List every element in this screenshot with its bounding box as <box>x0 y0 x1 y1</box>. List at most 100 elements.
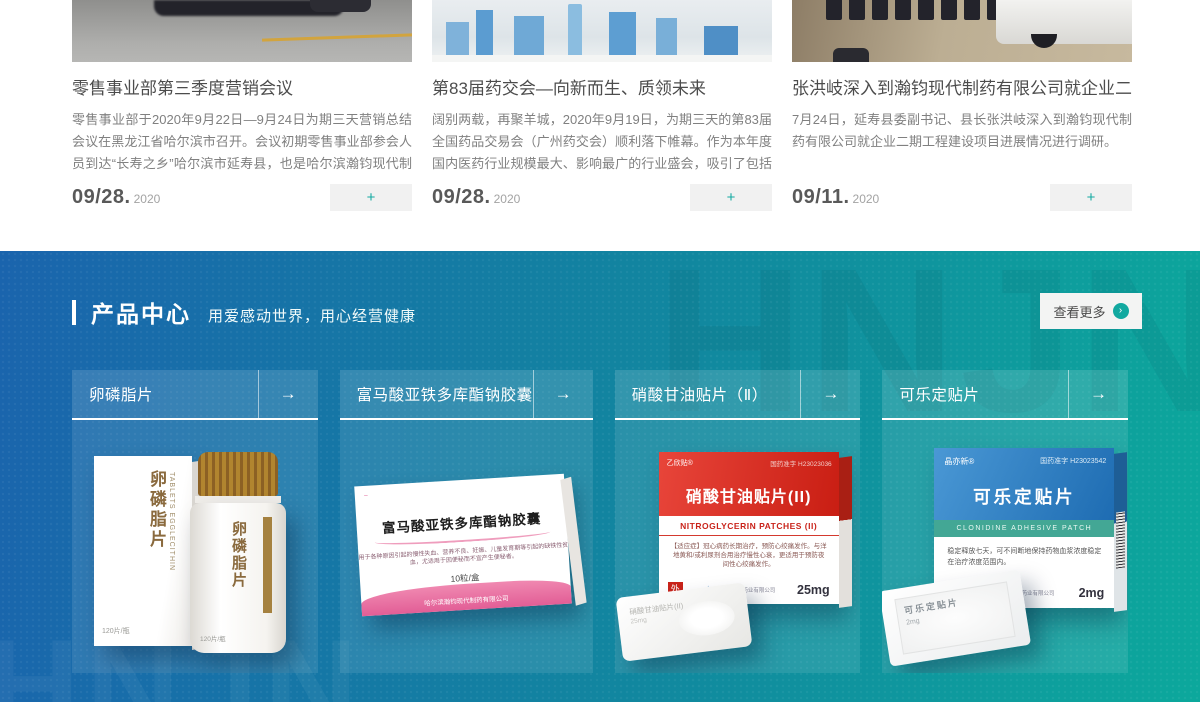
blue-band: 晶亦新® 国药准字 H23023542 可乐定贴片 <box>934 448 1114 520</box>
box-subtitle-vertical: TABLETS EGGLECITHIN <box>168 472 175 571</box>
dose-label: 2mg <box>1079 586 1105 600</box>
news-excerpt: 阔别两载，再聚羊城，2020年9月19日，为期三天的第83届全国药品交易会（广州… <box>432 109 772 175</box>
title-accent-bar <box>72 300 76 325</box>
news-footer: 09/28.2020 + <box>432 184 772 211</box>
product-card-header[interactable]: 可乐定贴片 → <box>882 370 1128 420</box>
product-image[interactable]: ~ 富马酸亚铁多库酯钠胶囊 用于各种原因引起的慢性失血、营养不良、妊娠、儿童发育… <box>340 420 593 673</box>
white-van <box>996 0 1132 44</box>
news-title[interactable]: 第83届药交会—向新而生、质领未来 <box>432 79 772 98</box>
view-more-label: 查看更多 <box>1053 302 1105 321</box>
bottle-spec: 120片/瓶 <box>200 633 226 643</box>
arrow-right-icon[interactable]: → <box>258 370 318 418</box>
section-title: 产品中心 <box>91 295 191 329</box>
news-thumbnail-site-visit[interactable] <box>792 0 1132 62</box>
news-footer: 09/11.2020 + <box>792 184 1132 211</box>
news-section: 零售事业部第三季度营销会议 零售事业部于2020年9月22日—9月24日为期三天… <box>0 0 1200 251</box>
box-title-vertical: 卵磷脂片 <box>144 470 169 550</box>
product-card-clonidine: 可乐定贴片 → 晶亦新® 国药准字 H23023542 可乐定贴片 CLONID… <box>882 370 1128 673</box>
van-wheel <box>1031 34 1057 48</box>
box-brand: 乙欣贴® <box>667 458 693 468</box>
box-title: 可乐定贴片 <box>934 484 1114 509</box>
building <box>656 18 676 56</box>
bottle-neck <box>195 496 281 503</box>
product-image[interactable]: 卵磷脂片 TABLETS EGGLECITHIN 120片/瓶 卵磷脂片 120… <box>72 420 318 673</box>
box-brand: ~ <box>363 493 368 500</box>
product-cards-row: 卵磷脂片 → 卵磷脂片 TABLETS EGGLECITHIN 120片/瓶 卵… <box>72 370 1128 673</box>
road-line <box>262 33 412 41</box>
site-photo-art <box>792 0 1132 62</box>
news-excerpt: 7月24日，延寿县委副书记、县长张洪岐深入到瀚钧现代制药有限公司就企业二期工程建… <box>792 109 1132 175</box>
section-header: 产品中心 用爱感动世界，用心经营健康 <box>72 295 416 329</box>
box-title: 硝酸甘油贴片(II) <box>659 483 839 507</box>
dose-label: 25mg <box>797 583 830 597</box>
arrow-right-icon[interactable]: → <box>1068 370 1128 418</box>
product-card-header[interactable]: 卵磷脂片 → <box>72 370 318 420</box>
registration-number: 国药准字 H23023542 <box>1040 456 1106 466</box>
box-brand: 晶亦新® <box>944 456 974 467</box>
product-image[interactable]: 乙欣贴® 国药准字 H23023036 硝酸甘油贴片(II) NITROGLYC… <box>615 420 861 673</box>
product-name: 富马酸亚铁多库酯钠胶囊 <box>340 370 533 418</box>
news-date: 09/28.2020 <box>72 186 160 209</box>
building <box>514 16 545 56</box>
arrow-right-icon[interactable]: → <box>800 370 860 418</box>
product-card-nitroglycerin: 硝酸甘油贴片（Ⅱ） → 乙欣贴® 国药准字 H23023036 硝酸甘油贴片(I… <box>615 370 861 673</box>
product-image[interactable]: 晶亦新® 国药准字 H23023542 可乐定贴片 CLONIDINE ADHE… <box>882 420 1128 673</box>
chevron-right-icon: › <box>1113 303 1129 319</box>
news-more-button[interactable]: + <box>1050 184 1132 211</box>
box-spec: 120片/瓶 <box>102 626 130 636</box>
news-thumbnail-group-photo[interactable] <box>72 0 412 62</box>
road-photo-art <box>72 0 412 62</box>
bottle-label-stripe <box>263 517 272 613</box>
news-title[interactable]: 零售事业部第三季度营销会议 <box>72 79 412 98</box>
sachet-bump <box>677 598 737 639</box>
patch-sachet-art: 可乐定贴片 2mg <box>882 569 1031 666</box>
box-description: 稳定释放七天，可不间断地保持药物血浆浓度稳定在治疗浓度范围内。 <box>947 546 1101 568</box>
product-name: 卵磷脂片 <box>72 370 258 418</box>
news-footer: 09/28.2020 + <box>72 184 412 211</box>
box-subtitle: NITROGLYCERIN PATCHES (II) <box>659 516 839 536</box>
people-silhouettes <box>826 0 1003 20</box>
news-item: 零售事业部第三季度营销会议 零售事业部于2020年9月22日—9月24日为期三天… <box>72 0 412 211</box>
lecithin-bottle-art: 卵磷脂片 120片/瓶 <box>190 452 286 654</box>
product-card-header[interactable]: 硝酸甘油贴片（Ⅱ） → <box>615 370 861 420</box>
box-subtitle: CLONIDINE ADHESIVE PATCH <box>934 520 1114 537</box>
product-card-lecithin: 卵磷脂片 → 卵磷脂片 TABLETS EGGLECITHIN 120片/瓶 卵… <box>72 370 318 673</box>
arrow-right-icon[interactable]: → <box>533 370 593 418</box>
tower <box>568 4 582 56</box>
section-subtitle: 用爱感动世界，用心经营健康 <box>208 299 416 326</box>
product-center-section: HNJN HNJN 产品中心 用爱感动世界，用心经营健康 查看更多 › 卵磷脂片… <box>0 251 1200 702</box>
lecithin-box-art: 卵磷脂片 TABLETS EGGLECITHIN 120片/瓶 <box>94 456 192 646</box>
crowd-silhouette <box>310 0 371 12</box>
building <box>476 10 493 56</box>
news-title[interactable]: 张洪岐深入到瀚钧现代制药有限公司就企业二期工程建设... <box>792 79 1132 98</box>
barcode <box>1116 511 1125 568</box>
bottle-cap <box>198 452 278 496</box>
capsule-box-art: ~ 富马酸亚铁多库酯钠胶囊 用于各种原因引起的慢性失血、营养不良、妊娠、儿童发育… <box>354 474 572 617</box>
sachet-dose: 25mg <box>630 617 647 626</box>
product-name: 硝酸甘油贴片（Ⅱ） <box>615 370 801 418</box>
building <box>704 26 738 56</box>
company-name: 哈尔滨瀚钧现代制药有限公司 <box>424 592 509 612</box>
news-more-button[interactable]: + <box>330 184 412 211</box>
view-more-button[interactable]: 查看更多 › <box>1040 293 1142 329</box>
box-description: 【适应症】冠心病药长期治疗，预防心绞痛发作。与洋地黄和/或利尿剂合用治疗慢性心衰… <box>671 542 827 569</box>
city-photo-art <box>432 0 772 62</box>
product-card-header[interactable]: 富马酸亚铁多库酯钠胶囊 → <box>340 370 593 420</box>
red-band: 乙欣贴® 国药准字 H23023036 硝酸甘油贴片(II) <box>659 452 839 516</box>
news-excerpt: 零售事业部于2020年9月22日—9月24日为期三天营销总结会议在黑龙江省哈尔滨… <box>72 109 412 175</box>
news-item: 张洪岐深入到瀚钧现代制药有限公司就企业二期工程建设... 7月24日，延寿县委副… <box>792 0 1132 211</box>
news-thumbnail-city-skyline[interactable] <box>432 0 772 62</box>
box-side-face <box>839 456 852 608</box>
building <box>609 12 636 56</box>
product-name: 可乐定贴片 <box>882 370 1068 418</box>
camera-silhouette <box>833 48 869 62</box>
sachet-label: 硝酸甘油贴片(II) <box>628 600 683 618</box>
news-more-button[interactable]: + <box>690 184 772 211</box>
news-item: 第83届药交会—向新而生、质领未来 阔别两载，再聚羊城，2020年9月19日，为… <box>432 0 772 211</box>
bottle-body: 卵磷脂片 120片/瓶 <box>190 503 286 653</box>
news-date: 09/28.2020 <box>432 186 520 209</box>
box-description: 用于各种原因引起的慢性失血、营养不良、妊娠、儿童发育期等引起的缺铁性贫血，尤适用… <box>358 542 569 571</box>
building <box>446 22 470 56</box>
nitroglycerin-box-art: 乙欣贴® 国药准字 H23023036 硝酸甘油贴片(II) NITROGLYC… <box>659 452 839 604</box>
registration-number: 国药准字 H23023036 <box>770 458 831 468</box>
